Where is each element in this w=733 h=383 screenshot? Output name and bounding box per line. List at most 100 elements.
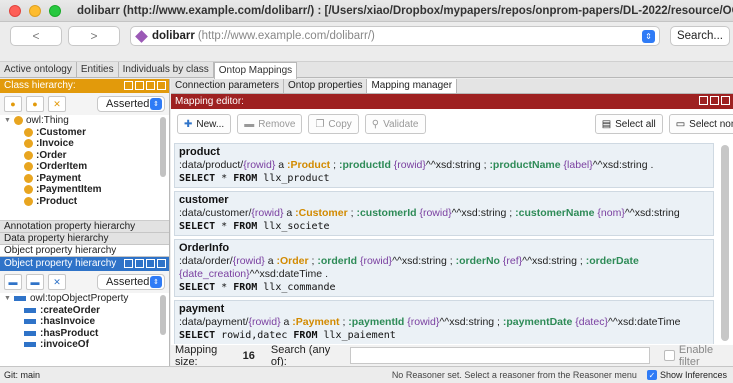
- tree-node-hasproduct[interactable]: :hasProduct: [0, 328, 169, 340]
- delete-class-icon[interactable]: ✕: [48, 96, 66, 112]
- tree-node-paymentitem[interactable]: :PaymentItem: [0, 184, 169, 196]
- sql-keyword: SELECT: [179, 330, 216, 341]
- mapping-target-token: :paymentDate: [502, 316, 573, 328]
- class-icon: [24, 127, 33, 137]
- sql-text: llx_commande: [257, 282, 336, 293]
- view-controls: [124, 259, 166, 268]
- select-all-button[interactable]: ▤ Select all: [594, 114, 663, 134]
- mapping-entry[interactable]: OrderInfo:data/order/{rowid} a :Order ; …: [174, 239, 714, 297]
- view-close-icon[interactable]: [157, 81, 166, 90]
- chevron-down-icon[interactable]: ▼: [4, 115, 14, 127]
- validate-mapping-button[interactable]: ⚲ Validate: [364, 114, 426, 134]
- add-subclass-icon[interactable]: ●: [4, 96, 22, 112]
- tree-node-hasinvoice[interactable]: :hasInvoice: [0, 316, 169, 328]
- mapping-target-token: :orderDate: [585, 255, 639, 267]
- tab-mapping-manager[interactable]: Mapping manager: [367, 79, 458, 93]
- view-pin-icon[interactable]: [135, 259, 144, 268]
- class-icon: [24, 196, 33, 206]
- select-all-label: Select all: [615, 118, 656, 130]
- enable-filter-toggle[interactable]: Enable filter: [664, 344, 733, 368]
- tab-data-property-hierarchy[interactable]: Data property hierarchy: [0, 233, 169, 245]
- object-property-mode-select[interactable]: Asserted ⇕: [97, 274, 165, 290]
- remove-mapping-label: Remove: [258, 118, 296, 130]
- tab-object-property-hierarchy[interactable]: Object property hierarchy: [0, 245, 169, 257]
- tree-node-invoice[interactable]: :Invoice: [0, 138, 169, 150]
- ontop-sub-tabs: Connection parameters Ontop properties M…: [171, 79, 733, 94]
- show-inferences-checkbox[interactable]: ✓: [646, 370, 657, 380]
- tree-node-label: owl:topObjectProperty: [30, 293, 129, 304]
- sql-text: llx_societe: [257, 221, 330, 232]
- plus-icon: ✚: [184, 118, 193, 130]
- add-sibling-class-icon[interactable]: ●: [26, 96, 44, 112]
- view-split-icon[interactable]: [146, 259, 155, 268]
- remove-mapping-button[interactable]: ▬ Remove: [237, 114, 303, 134]
- tree-node-invoiceof[interactable]: :invoiceOf: [0, 339, 169, 351]
- mapping-source-query: SELECT * FROM llx_commande: [179, 281, 709, 294]
- view-options-icon[interactable]: [124, 259, 133, 268]
- add-sub-property-icon[interactable]: ▬: [4, 274, 22, 290]
- tree-node-product[interactable]: :Product: [0, 196, 169, 208]
- view-close-icon[interactable]: [157, 259, 166, 268]
- mapping-target-token: ^^xsd:dateTime: [607, 316, 681, 328]
- mapping-entry[interactable]: product:data/product/{rowid} a :Product …: [174, 143, 714, 188]
- minimize-window-button[interactable]: [29, 4, 41, 17]
- tab-ontop-mappings[interactable]: Ontop Mappings: [213, 62, 298, 79]
- mapping-target-token: :orderId: [317, 255, 358, 267]
- search-button[interactable]: Search...: [670, 26, 730, 46]
- tree-node-payment[interactable]: :Payment: [0, 173, 169, 185]
- copy-mapping-button[interactable]: ❐ Copy: [308, 114, 359, 134]
- view-split-icon[interactable]: [146, 81, 155, 90]
- delete-property-icon[interactable]: ✕: [48, 274, 66, 290]
- forward-button[interactable]: >: [68, 26, 120, 46]
- class-icon: [24, 150, 33, 160]
- chevron-down-icon[interactable]: ▼: [4, 293, 14, 305]
- tree-node-createorder[interactable]: :createOrder: [0, 305, 169, 317]
- back-button[interactable]: <: [10, 26, 62, 46]
- git-branch: Git: main: [4, 370, 41, 380]
- tab-individuals-by-class[interactable]: Individuals by class: [119, 62, 214, 78]
- tree-node-label: owl:Thing: [26, 115, 69, 126]
- tree-node-owl-thing[interactable]: ▼ owl:Thing: [0, 115, 169, 127]
- close-window-button[interactable]: [9, 4, 21, 17]
- tab-entities[interactable]: Entities: [77, 62, 119, 78]
- selection-buttons: ▤ Select all ▭ Select none: [594, 114, 733, 134]
- mapping-target-token: ^^xsd:string ;: [425, 159, 490, 171]
- enable-filter-checkbox[interactable]: [664, 350, 675, 361]
- view-options-icon[interactable]: [124, 81, 133, 90]
- mapping-target-token: ^^xsd:string ;: [451, 207, 516, 219]
- maximize-window-button[interactable]: [49, 4, 61, 17]
- new-mapping-button[interactable]: ✚ New...: [177, 114, 232, 134]
- mapping-list-scrollbar[interactable]: [721, 145, 729, 341]
- object-property-tree-scrollbar[interactable]: [160, 295, 166, 335]
- tree-node-customer[interactable]: :Customer: [0, 127, 169, 139]
- tree-node-label: :OrderItem: [36, 161, 88, 172]
- tree-node-top-object-property[interactable]: ▼ owl:topObjectProperty: [0, 293, 169, 305]
- tab-ontop-properties[interactable]: Ontop properties: [284, 79, 368, 93]
- class-icon: [24, 173, 33, 183]
- mapping-target-token: {label}: [563, 159, 593, 171]
- mapping-target-token: :data/payment/: [179, 316, 249, 328]
- tab-active-ontology[interactable]: Active ontology: [0, 62, 77, 78]
- sql-keyword: FROM: [293, 330, 318, 341]
- sql-text: *: [215, 282, 234, 293]
- tab-annotation-property-hierarchy[interactable]: Annotation property hierarchy: [0, 221, 169, 233]
- select-none-button[interactable]: ▭ Select none: [668, 114, 733, 134]
- view-pin-icon[interactable]: [699, 96, 708, 105]
- mapping-search-input[interactable]: [350, 347, 651, 364]
- mapping-entry[interactable]: payment:data/payment/{rowid} a :Payment …: [174, 300, 714, 344]
- view-split-icon[interactable]: [710, 96, 719, 105]
- view-close-icon[interactable]: [721, 96, 730, 105]
- class-hierarchy-mode-select[interactable]: Asserted ⇕: [97, 96, 165, 112]
- ontology-selector[interactable]: dolibarr (http://www.example.com/dolibar…: [130, 26, 660, 46]
- tree-node-orderitem[interactable]: :OrderItem: [0, 161, 169, 173]
- class-tree-scrollbar[interactable]: [160, 117, 166, 177]
- chevron-updown-icon[interactable]: ⇕: [642, 30, 655, 43]
- mapping-entry[interactable]: customer:data/customer/{rowid} a :Custom…: [174, 191, 714, 236]
- view-pin-icon[interactable]: [135, 81, 144, 90]
- show-inferences-toggle[interactable]: ✓ Show Inferences: [646, 370, 727, 380]
- tab-connection-parameters[interactable]: Connection parameters: [171, 79, 284, 93]
- tree-node-order[interactable]: :Order: [0, 150, 169, 162]
- toolbar-spacer: [0, 50, 733, 62]
- mapping-target-token: :Customer: [295, 207, 348, 219]
- add-sibling-property-icon[interactable]: ▬: [26, 274, 44, 290]
